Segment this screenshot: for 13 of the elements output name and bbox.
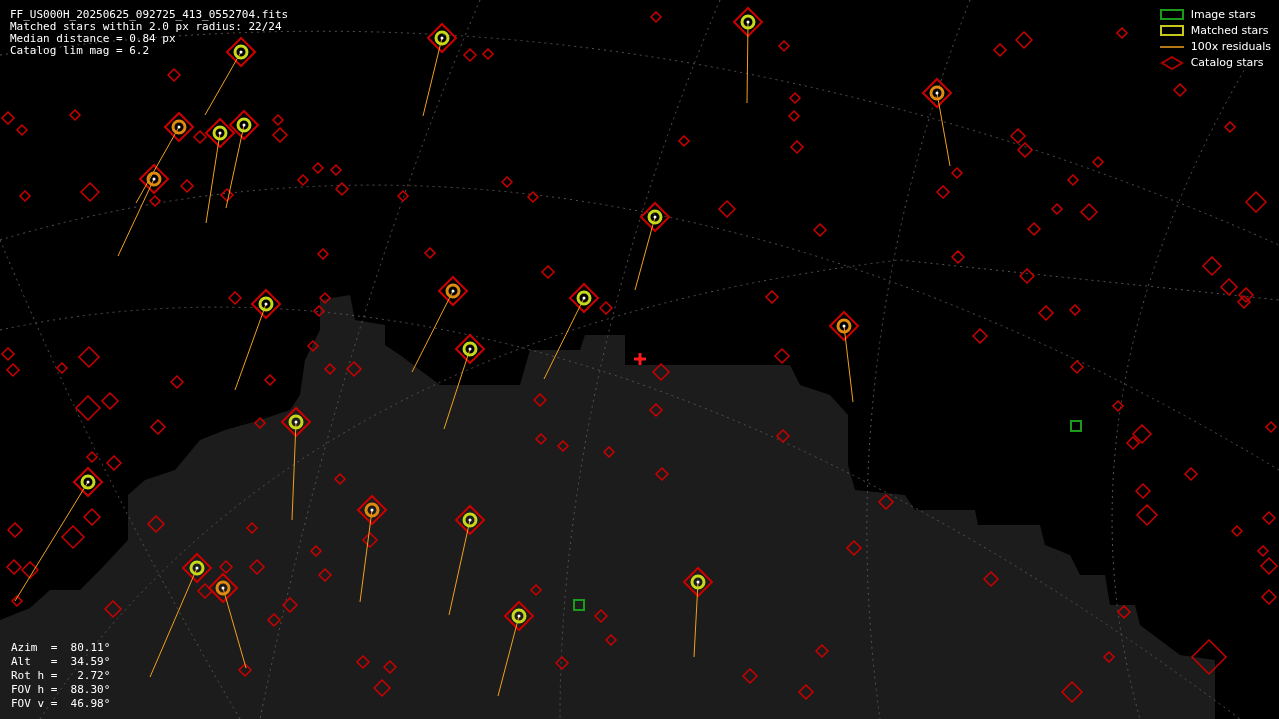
pointing-value: FOV v = 46.98° xyxy=(11,697,111,711)
legend-label: 100x residuals xyxy=(1190,40,1271,53)
fit-statistic: Median distance = 0.84 px xyxy=(10,33,177,45)
fit-statistic: Catalog lim mag = 6.2 xyxy=(10,45,151,57)
pointing-value: Azim = 80.11° xyxy=(11,641,111,655)
pointing-value: Alt = 34.59° xyxy=(11,655,111,669)
pointing-value: Rot h = 2.72° xyxy=(11,669,111,683)
pointing-value: FOV h = 88.30° xyxy=(11,683,111,697)
legend-label: Matched stars xyxy=(1190,24,1269,37)
file-name: FF_US000H_20250625_092725_413_0552704.fits xyxy=(10,9,289,21)
legend-label: Image stars xyxy=(1190,8,1256,21)
fit-statistic: Matched stars within 2.0 px radius: 22/24 xyxy=(10,21,282,33)
legend-label: Catalog stars xyxy=(1190,56,1264,69)
